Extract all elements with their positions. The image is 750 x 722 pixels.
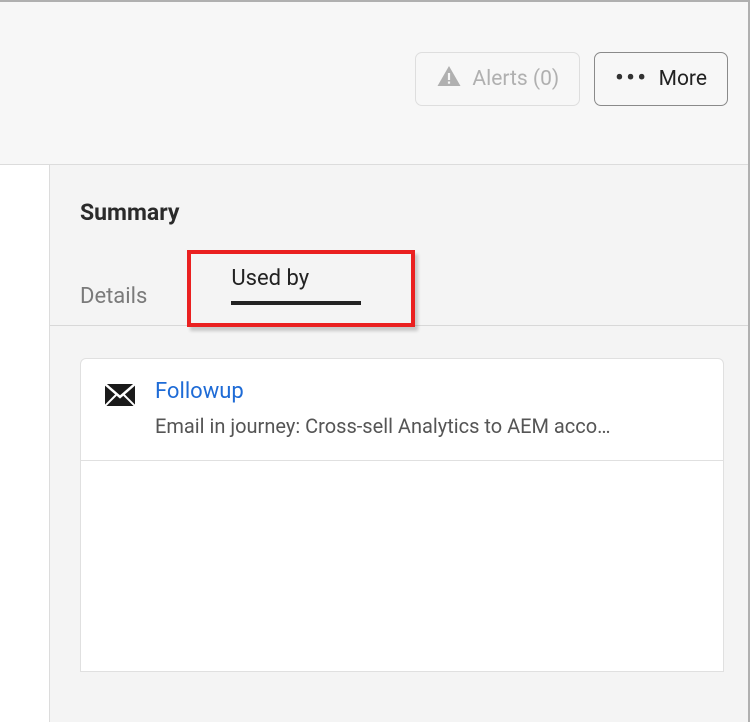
alert-triangle-icon [436,64,462,94]
more-label: More [659,67,707,91]
more-button[interactable]: ••• More [594,52,728,106]
list-item-text: Followup Email in journey: Cross-sell An… [155,379,699,438]
used-by-list: Followup Email in journey: Cross-sell An… [80,358,724,672]
list-item[interactable]: Followup Email in journey: Cross-sell An… [81,359,723,461]
tab-used-by[interactable]: Used by [231,266,361,291]
content-area: Summary Details Used by [0,165,748,722]
summary-panel: Summary Details Used by [50,165,748,722]
left-strip [0,165,50,722]
tabs-row: Details Used by [80,250,724,327]
window-frame: Alerts (0) ••• More Summary Details Used… [0,0,750,722]
tab-active-underline [231,301,361,305]
panel-title: Summary [80,199,724,226]
alerts-label: Alerts (0) [472,67,559,91]
tab-usedby-highlight: Used by [187,250,415,327]
ellipsis-icon: ••• [615,68,648,90]
alerts-button[interactable]: Alerts (0) [415,52,580,106]
item-title-link[interactable]: Followup [155,379,699,404]
empty-area [81,461,723,671]
tab-details[interactable]: Details [80,270,147,327]
envelope-icon [105,384,135,410]
item-description: Email in journey: Cross-sell Analytics t… [155,414,699,438]
top-toolbar: Alerts (0) ••• More [0,2,748,165]
